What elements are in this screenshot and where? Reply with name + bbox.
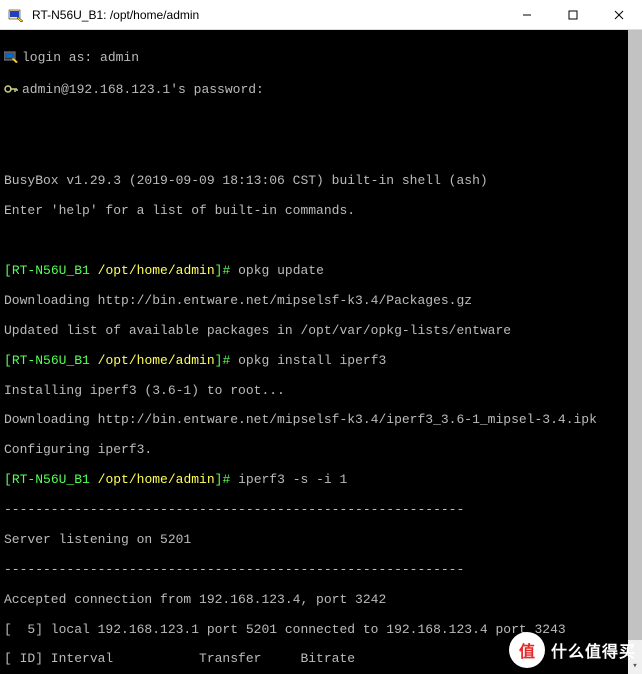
divider: ----------------------------------------… [4,503,624,518]
terminal-output[interactable]: login as: admin admin@192.168.123.1's pa… [0,30,628,674]
putty-icon [8,7,24,23]
terminal-icon [4,51,22,68]
scrollbar-thumb[interactable] [628,30,642,640]
pw-prompt-suffix: 's password: [170,82,264,97]
watermark-text: 什么值得买 [551,638,636,662]
banner-line-2: Enter 'help' for a list of built-in comm… [4,204,624,219]
server-listening: Server listening on 5201 [4,533,624,548]
pw-prompt-user: admin@192.168.123.1 [22,82,170,97]
output-line: Configuring iperf3. [4,443,624,458]
banner-line-1: BusyBox v1.29.3 (2019-09-09 18:13:06 CST… [4,174,624,189]
cmd-opkg-install: opkg install iperf3 [238,353,386,368]
cmd-iperf3: iperf3 -s -i 1 [238,472,347,487]
maximize-button[interactable] [550,0,596,30]
login-user: admin [100,50,139,65]
watermark-badge: 值 [509,632,545,668]
scrollbar[interactable]: ▾ [628,30,642,674]
cmd-opkg-update: opkg update [238,263,324,278]
close-button[interactable] [596,0,642,30]
output-line: Downloading http://bin.entware.net/mipse… [4,413,624,428]
output-line: Updated list of available packages in /o… [4,324,624,339]
prompt-host: RT-N56U_B1 [12,263,90,278]
output-line: Downloading http://bin.entware.net/mipse… [4,294,624,309]
prompt-path: /opt/home/admin [98,263,215,278]
login-prompt-text: login as: [22,50,100,65]
window-title: RT-N56U_B1: /opt/home/admin [32,8,504,22]
watermark: 值 什么值得买 [509,632,636,668]
accepted-line: Accepted connection from 192.168.123.4, … [4,593,624,608]
minimize-button[interactable] [504,0,550,30]
divider: ----------------------------------------… [4,563,624,578]
window-titlebar[interactable]: RT-N56U_B1: /opt/home/admin [0,0,642,30]
output-line: Installing iperf3 (3.6-1) to root... [4,384,624,399]
window-controls [504,0,642,30]
key-icon [4,83,22,100]
